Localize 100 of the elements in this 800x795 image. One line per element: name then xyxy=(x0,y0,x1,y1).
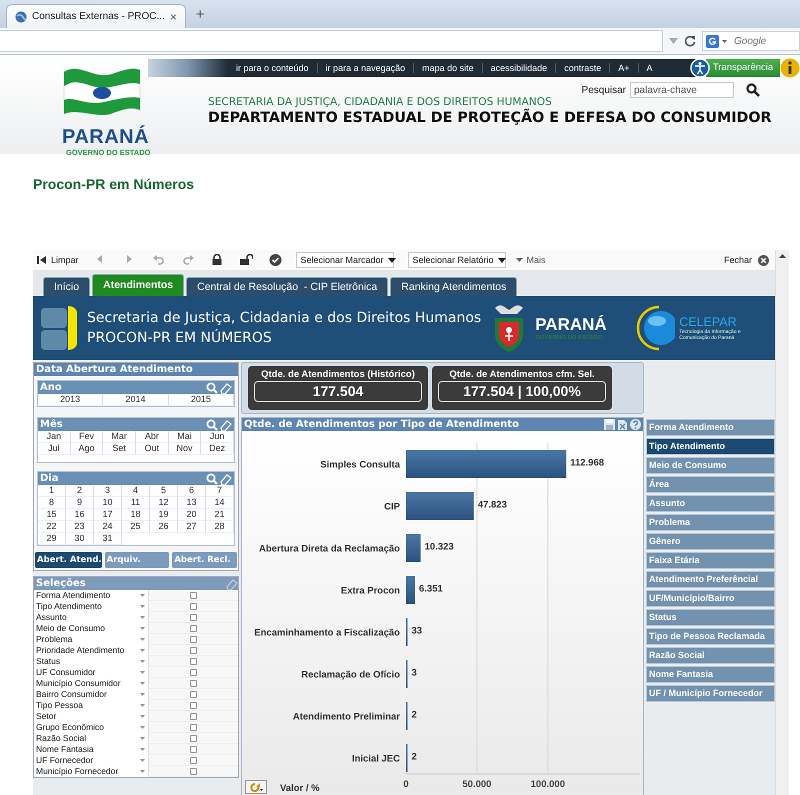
list-value[interactable]: 16 xyxy=(66,509,94,521)
list-value[interactable]: 28 xyxy=(206,521,234,533)
search-field[interactable]: palavra-chave xyxy=(630,82,734,98)
list-value[interactable]: Abr xyxy=(136,431,169,443)
save-icon[interactable] xyxy=(604,419,615,430)
checkbox[interactable] xyxy=(190,690,197,698)
info-icon[interactable] xyxy=(780,58,800,78)
dropdown-arrow-icon[interactable] xyxy=(669,38,678,44)
list-value[interactable]: 11 xyxy=(122,497,150,509)
category-label[interactable]: CIP xyxy=(384,502,400,512)
dropdown[interactable]: Selecionar Relatório xyxy=(408,252,506,268)
eraser-icon[interactable] xyxy=(219,472,232,484)
list-value[interactable]: 12 xyxy=(150,497,178,509)
nav-link[interactable]: A xyxy=(638,63,661,73)
redo-icon[interactable] xyxy=(182,254,195,266)
mode-button[interactable]: Abert. Atend. xyxy=(35,552,102,568)
list-value[interactable]: 18 xyxy=(122,509,150,521)
caret-icon[interactable] xyxy=(140,649,145,652)
list-value[interactable]: Set xyxy=(103,443,136,455)
checkbox[interactable] xyxy=(190,746,197,752)
nav-link[interactable]: acessibilidade xyxy=(482,63,556,73)
new-tab-button[interactable]: + xyxy=(196,6,205,23)
check-circle-icon[interactable] xyxy=(268,254,282,266)
category-label[interactable]: Simples Consulta xyxy=(320,460,400,470)
list-value[interactable]: Mar xyxy=(103,431,136,443)
list-value[interactable]: 4 xyxy=(122,485,150,497)
tab[interactable]: Ranking Atendimentos xyxy=(390,277,518,296)
list-value[interactable]: 2014 xyxy=(103,394,169,406)
caret-icon[interactable] xyxy=(140,726,145,729)
list-value[interactable]: 9 xyxy=(66,497,94,509)
nav-link[interactable]: ir para a navegação xyxy=(318,63,414,73)
list-value[interactable]: 17 xyxy=(94,509,122,521)
scrollbar[interactable] xyxy=(775,250,789,795)
caret-icon[interactable] xyxy=(140,594,145,597)
help-icon[interactable] xyxy=(630,419,641,430)
clear-button[interactable]: Limpar xyxy=(37,255,79,265)
browser-tab[interactable]: Consultas Externas - PROC... × xyxy=(6,4,186,28)
list-value[interactable]: 24 xyxy=(94,521,122,533)
caret-icon[interactable] xyxy=(140,627,145,630)
nav-link[interactable]: mapa do site xyxy=(414,63,483,73)
more-button[interactable]: Mais xyxy=(516,255,546,265)
list-value[interactable]: 1 xyxy=(38,485,66,497)
caret-icon[interactable] xyxy=(140,616,145,619)
eraser-icon[interactable] xyxy=(219,418,232,430)
caret-icon[interactable] xyxy=(140,682,145,685)
list-value[interactable]: 8 xyxy=(38,497,66,509)
caret-icon[interactable] xyxy=(140,660,145,663)
checkbox[interactable] xyxy=(190,658,197,664)
list-value[interactable]: 6 xyxy=(178,485,206,497)
tab[interactable]: Atendimentos xyxy=(92,274,184,296)
caret-icon[interactable] xyxy=(140,737,145,740)
checkbox[interactable] xyxy=(190,712,197,720)
list-value[interactable]: 2013 xyxy=(38,394,104,406)
eraser-icon[interactable] xyxy=(225,578,238,590)
list-value[interactable]: 19 xyxy=(150,509,178,521)
bar[interactable] xyxy=(406,534,421,562)
list-value[interactable]: 5 xyxy=(150,485,178,497)
list-value[interactable]: 31 xyxy=(94,533,122,545)
caret-icon[interactable] xyxy=(140,638,145,641)
checkbox[interactable] xyxy=(190,602,197,610)
caret-icon[interactable] xyxy=(140,605,145,608)
category-label[interactable]: Reclamação de Ofício xyxy=(301,670,400,680)
list-value[interactable]: 26 xyxy=(150,521,178,533)
list-value[interactable]: Mai xyxy=(168,431,202,443)
checkbox[interactable] xyxy=(190,756,197,764)
cycle-button[interactable] xyxy=(245,780,267,794)
checkbox[interactable] xyxy=(190,646,197,654)
list-value[interactable]: Jun xyxy=(201,431,234,443)
eraser-icon[interactable] xyxy=(219,382,232,394)
nav-link[interactable]: contraste xyxy=(556,63,610,73)
list-value[interactable]: Nov xyxy=(168,443,202,455)
tab[interactable]: Central de Resolução - CIP Eletrônica xyxy=(186,277,388,296)
category-label[interactable]: Encaminhamento a Fiscalização xyxy=(254,628,400,638)
close-button[interactable]: Fechar xyxy=(724,254,769,266)
list-value[interactable]: Jul xyxy=(38,443,71,455)
list-value[interactable]: Dez xyxy=(201,443,234,455)
category-label[interactable]: Abertura Direta da Reclamação xyxy=(259,544,400,554)
checkbox[interactable] xyxy=(190,702,197,708)
checkbox[interactable] xyxy=(190,768,197,774)
reload-icon[interactable] xyxy=(684,35,696,47)
list-value[interactable]: 25 xyxy=(122,521,150,533)
checkbox[interactable] xyxy=(190,624,197,632)
search-field[interactable]: Google xyxy=(702,31,800,51)
list-value[interactable]: Fev xyxy=(70,431,104,443)
category-label[interactable]: Inicial JEC xyxy=(352,754,400,764)
search-icon[interactable] xyxy=(746,83,760,97)
tab[interactable]: Início xyxy=(43,277,90,296)
list-value[interactable]: 20 xyxy=(178,509,206,521)
checkbox[interactable] xyxy=(190,592,197,598)
list-value[interactable]: Ago xyxy=(70,443,104,455)
category-label[interactable]: Extra Procon xyxy=(340,586,400,596)
list-value[interactable]: 2 xyxy=(66,485,94,497)
list-value[interactable]: 7 xyxy=(206,485,234,497)
checkbox[interactable] xyxy=(190,636,197,642)
list-value[interactable]: 30 xyxy=(66,533,94,545)
list-value[interactable]: 10 xyxy=(94,497,122,509)
list-value[interactable]: 15 xyxy=(38,509,66,521)
caret-icon[interactable] xyxy=(140,770,145,773)
caret-icon[interactable] xyxy=(140,693,145,696)
list-value[interactable]: 21 xyxy=(206,509,234,521)
